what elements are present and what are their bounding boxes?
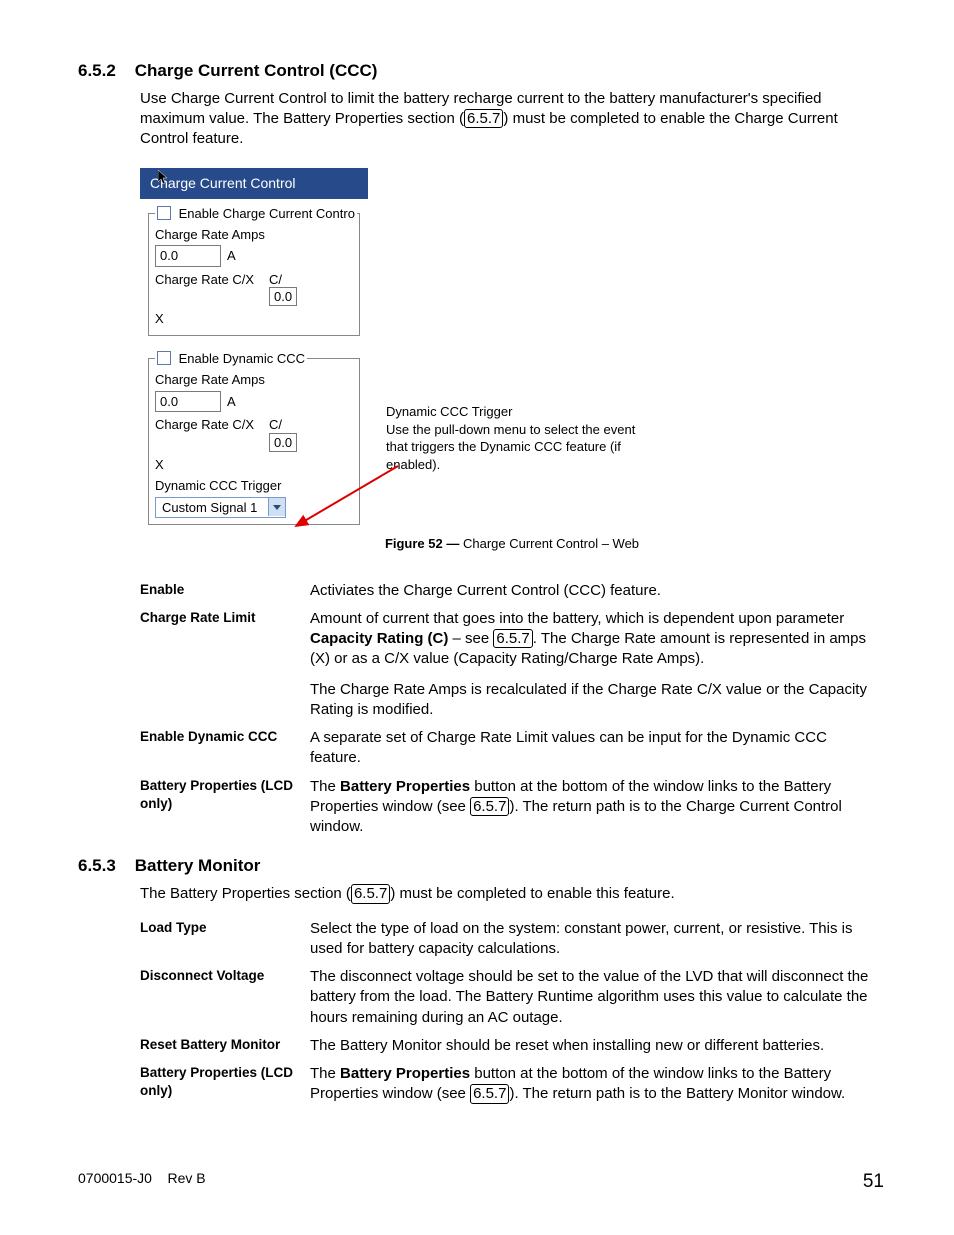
xref-657[interactable]: 6.5.7 [464, 109, 503, 128]
def-row: Battery Properties (LCD only) The Batter… [140, 773, 884, 842]
def-desc: Activiates the Charge Current Control (C… [310, 577, 884, 605]
select-value: Custom Signal 1 [156, 498, 268, 518]
input-rate-cx-1[interactable]: 0.0 [269, 287, 297, 306]
def-row: Reset Battery Monitor The Battery Monito… [140, 1032, 884, 1060]
def-desc: A separate set of Charge Rate Limit valu… [310, 724, 884, 773]
select-dyn-trigger[interactable]: Custom Signal 1 [155, 497, 286, 519]
xref-657[interactable]: 6.5.7 [493, 629, 532, 648]
input-rate-cx-2[interactable]: 0.0 [269, 433, 297, 452]
xref-657[interactable]: 6.5.7 [470, 1084, 509, 1103]
label-c-over: C/ [269, 271, 297, 289]
def-term: Battery Properties (LCD only) [140, 773, 310, 842]
cursor-icon [158, 170, 170, 186]
def-term: Battery Properties (LCD only) [140, 1060, 310, 1109]
unit-a-2: A [227, 393, 236, 411]
def-desc: The Battery Monitor should be reset when… [310, 1032, 884, 1060]
heading-653: 6.5.3 Battery Monitor [78, 855, 884, 878]
heading-652: 6.5.2 Charge Current Control (CCC) [78, 60, 884, 83]
def-term: Enable [140, 577, 310, 605]
para-653: The Battery Properties section (6.5.7) m… [140, 884, 884, 904]
def-row: Battery Properties (LCD only) The Batter… [140, 1060, 884, 1109]
para-652: Use Charge Current Control to limit the … [140, 89, 884, 150]
page-number: 51 [863, 1169, 884, 1195]
input-rate-amps-1[interactable]: 0.0 [155, 245, 221, 267]
checkbox-enable-dyn-ccc[interactable] [157, 351, 171, 365]
heading-title: Battery Monitor [135, 856, 261, 875]
def-row: Enable Activiates the Charge Current Con… [140, 577, 884, 605]
input-rate-amps-2[interactable]: 0.0 [155, 391, 221, 413]
panel-title: Charge Current Control [140, 168, 368, 199]
callout-arrow-icon [290, 464, 400, 544]
def-term: Load Type [140, 915, 310, 964]
label-rate-amps: Charge Rate Amps [155, 226, 353, 244]
xref-657[interactable]: 6.5.7 [351, 884, 390, 903]
def-desc: Select the type of load on the system: c… [310, 915, 884, 964]
def-desc: The Battery Properties button at the bot… [310, 1060, 884, 1109]
def-row: Enable Dynamic CCC A separate set of Cha… [140, 724, 884, 773]
def-desc: Amount of current that goes into the bat… [310, 605, 884, 724]
def-desc: The Battery Properties button at the bot… [310, 773, 884, 842]
chevron-down-icon[interactable] [268, 498, 285, 516]
heading-num: 6.5.2 [78, 60, 130, 83]
xref-657[interactable]: 6.5.7 [470, 797, 509, 816]
def-desc: The disconnect voltage should be set to … [310, 963, 884, 1032]
callout-text: Dynamic CCC Trigger Use the pull-down me… [386, 403, 656, 473]
label-x: X [155, 310, 353, 328]
unit-a: A [227, 247, 236, 265]
heading-num: 6.5.3 [78, 855, 130, 878]
heading-title: Charge Current Control (CCC) [135, 61, 378, 80]
group-legend-1: Enable Charge Current Contro [155, 205, 357, 223]
label-rate-cx-2: Charge Rate C/X [155, 416, 263, 434]
group-legend-2: Enable Dynamic CCC [155, 350, 307, 368]
label-c-over-2: C/ [269, 416, 297, 434]
footer-doc: 0700015-J0 [78, 1170, 152, 1186]
def-row: Charge Rate Limit Amount of current that… [140, 605, 884, 724]
definitions-652: Enable Activiates the Charge Current Con… [140, 577, 884, 842]
footer-rev: Rev B [168, 1170, 206, 1186]
label-rate-cx: Charge Rate C/X [155, 271, 263, 289]
page-footer: 0700015-J0 Rev B 51 [78, 1169, 884, 1195]
definitions-653: Load Type Select the type of load on the… [140, 915, 884, 1109]
def-row: Load Type Select the type of load on the… [140, 915, 884, 964]
def-term: Reset Battery Monitor [140, 1032, 310, 1060]
label-rate-amps-2: Charge Rate Amps [155, 371, 353, 389]
def-term: Disconnect Voltage [140, 963, 310, 1032]
def-term: Enable Dynamic CCC [140, 724, 310, 773]
figure-caption: Figure 52 — Charge Current Control – Web [140, 535, 884, 553]
group-enable-ccc: Enable Charge Current Contro Charge Rate… [148, 213, 360, 337]
def-term: Charge Rate Limit [140, 605, 310, 724]
checkbox-enable-ccc[interactable] [157, 206, 171, 220]
def-row: Disconnect Voltage The disconnect voltag… [140, 963, 884, 1032]
